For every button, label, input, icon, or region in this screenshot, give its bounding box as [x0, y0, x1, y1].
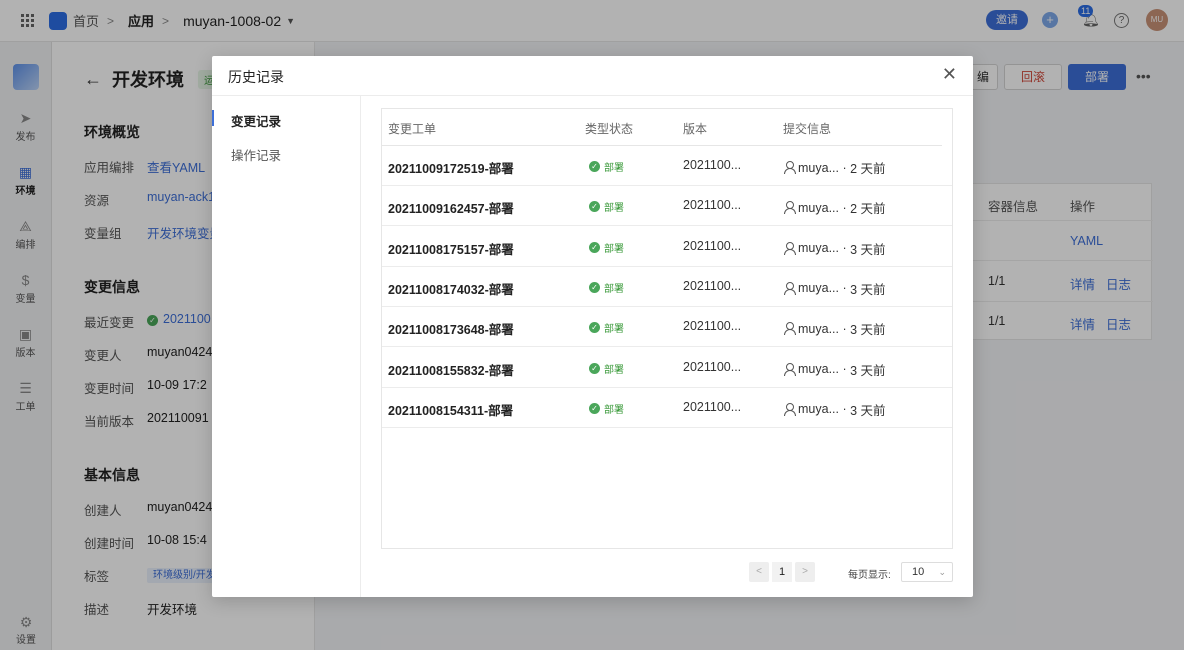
dot-separator: ·: [839, 321, 851, 336]
submitter: muya...: [798, 362, 839, 376]
user-icon: [783, 362, 796, 376]
version-value: 2021100...: [683, 399, 742, 414]
submit-time: 3 天前: [850, 403, 886, 418]
submitter: muya...: [798, 241, 839, 256]
version-value: 2021100...: [683, 158, 742, 172]
status-badge: ✓ 部署: [589, 199, 624, 214]
table-row[interactable]: 20211008154311-部署 ✓ 部署 2021100... muya... · …: [382, 388, 952, 428]
change-order[interactable]: 20211008155832-部署: [388, 360, 514, 379]
user-icon: [783, 402, 796, 416]
status-text: 部署: [604, 163, 624, 174]
status-badge: ✓ 部署: [589, 361, 624, 376]
column-header: 类型状态: [585, 122, 634, 136]
submitter: muya...: [798, 281, 839, 296]
submitter: muya...: [798, 200, 839, 215]
version-value: 2021100...: [683, 238, 742, 253]
change-order[interactable]: 20211009172519-部署: [388, 158, 514, 177]
version-value: 2021100...: [683, 198, 742, 213]
submit-info: muya... · 3 天前: [783, 400, 886, 419]
change-order[interactable]: 20211009162457-部署: [388, 198, 514, 217]
version-value: 2021100...: [683, 319, 742, 334]
per-page-select[interactable]: 10 ⌄: [901, 562, 953, 582]
per-page-label: 每页显示:: [848, 570, 891, 581]
check-icon: ✓: [589, 402, 600, 414]
tab-operation-records[interactable]: 操作记录: [231, 145, 281, 164]
table-row[interactable]: 20211008173648-部署 ✓ 部署 2021100... muya... · …: [382, 307, 952, 348]
check-icon: ✓: [589, 322, 600, 334]
check-icon: ✓: [589, 362, 600, 374]
active-tab-indicator: [212, 110, 214, 126]
dot-separator: ·: [839, 402, 851, 417]
dot-separator: ·: [839, 200, 851, 215]
dot-separator: ·: [839, 241, 851, 256]
page-number[interactable]: 1: [772, 562, 792, 582]
submit-info: muya... · 3 天前: [783, 360, 886, 379]
submit-info: muya... · 3 天前: [783, 239, 886, 258]
status-badge: ✓ 部署: [589, 159, 624, 174]
submit-time: 3 天前: [850, 242, 886, 257]
user-icon: [783, 322, 796, 336]
change-order[interactable]: 20211008175157-部署: [388, 239, 514, 258]
submit-info: muya... · 3 天前: [783, 319, 886, 338]
chevron-down-icon: ⌄: [938, 567, 946, 577]
status-badge: ✓ 部署: [589, 401, 624, 416]
submitter: muya...: [798, 321, 839, 336]
table-row[interactable]: 20211009172519-部署 ✓ 部署 2021100... muya... · …: [382, 146, 952, 186]
modal-nav: 变更记录 操作记录: [212, 96, 361, 597]
status-text: 部署: [604, 324, 624, 336]
modal-header: 历史记录 ✕: [212, 56, 973, 96]
column-header: 版本: [683, 122, 708, 136]
check-icon: ✓: [589, 241, 600, 253]
version-value: 2021100...: [683, 359, 742, 374]
submit-time: 2 天前: [850, 202, 886, 217]
status-text: 部署: [604, 243, 624, 255]
user-icon: [783, 201, 796, 215]
dot-separator: ·: [839, 362, 851, 376]
status-badge: ✓ 部署: [589, 240, 624, 255]
submit-time: 3 天前: [850, 363, 886, 378]
table-row[interactable]: 20211009162457-部署 ✓ 部署 2021100... muya... · …: [382, 186, 952, 227]
check-icon: ✓: [589, 281, 600, 293]
submitter: muya...: [798, 160, 839, 175]
status-text: 部署: [604, 203, 624, 215]
close-icon[interactable]: ✕: [942, 65, 957, 83]
table-row[interactable]: 20211008174032-部署 ✓ 部署 2021100... muya... · …: [382, 267, 952, 307]
column-header: 提交信息: [783, 122, 832, 136]
table-row[interactable]: 20211008175157-部署 ✓ 部署 2021100... muya... · …: [382, 227, 952, 267]
change-order[interactable]: 20211008173648-部署: [388, 319, 514, 338]
submit-time: 2 天前: [850, 162, 886, 176]
user-icon: [783, 161, 796, 174]
status-badge: ✓ 部署: [589, 320, 624, 335]
table-row[interactable]: 20211008155832-部署 ✓ 部署 2021100... muya... · …: [382, 348, 952, 388]
modal-title: 历史记录: [228, 69, 284, 85]
next-page-button[interactable]: >: [795, 562, 815, 582]
submit-time: 3 天前: [850, 282, 886, 297]
tab-change-records[interactable]: 变更记录: [231, 111, 281, 130]
column-header: 变更工单: [388, 122, 437, 136]
status-badge: ✓ 部署: [589, 280, 624, 295]
submit-info: muya... · 3 天前: [783, 279, 886, 298]
version-value: 2021100...: [683, 278, 742, 293]
status-text: 部署: [604, 283, 624, 295]
change-order[interactable]: 20211008174032-部署: [388, 279, 514, 298]
status-text: 部署: [604, 404, 624, 416]
history-modal: 历史记录 ✕ 变更记录 操作记录 变更工单 类型状态 版本 提交信息 20211…: [212, 56, 973, 597]
submit-time: 3 天前: [850, 323, 886, 338]
user-icon: [783, 241, 796, 255]
per-page-value: 10: [912, 566, 925, 578]
check-icon: ✓: [589, 161, 600, 172]
pagination: < 1 >: [749, 562, 815, 582]
user-icon: [783, 281, 796, 295]
submit-info: muya... · 2 天前: [783, 158, 886, 177]
check-icon: ✓: [589, 201, 600, 213]
submitter: muya...: [798, 402, 839, 417]
dot-separator: ·: [839, 281, 851, 296]
dot-separator: ·: [839, 160, 851, 175]
table-header: 变更工单 类型状态 版本 提交信息: [382, 109, 942, 146]
prev-page-button[interactable]: <: [749, 562, 769, 582]
records-table: 变更工单 类型状态 版本 提交信息 20211009172519-部署 ✓ 部署 20…: [381, 108, 953, 549]
submit-info: muya... · 2 天前: [783, 198, 886, 217]
change-order[interactable]: 20211008154311-部署: [388, 400, 513, 419]
status-text: 部署: [604, 364, 624, 376]
